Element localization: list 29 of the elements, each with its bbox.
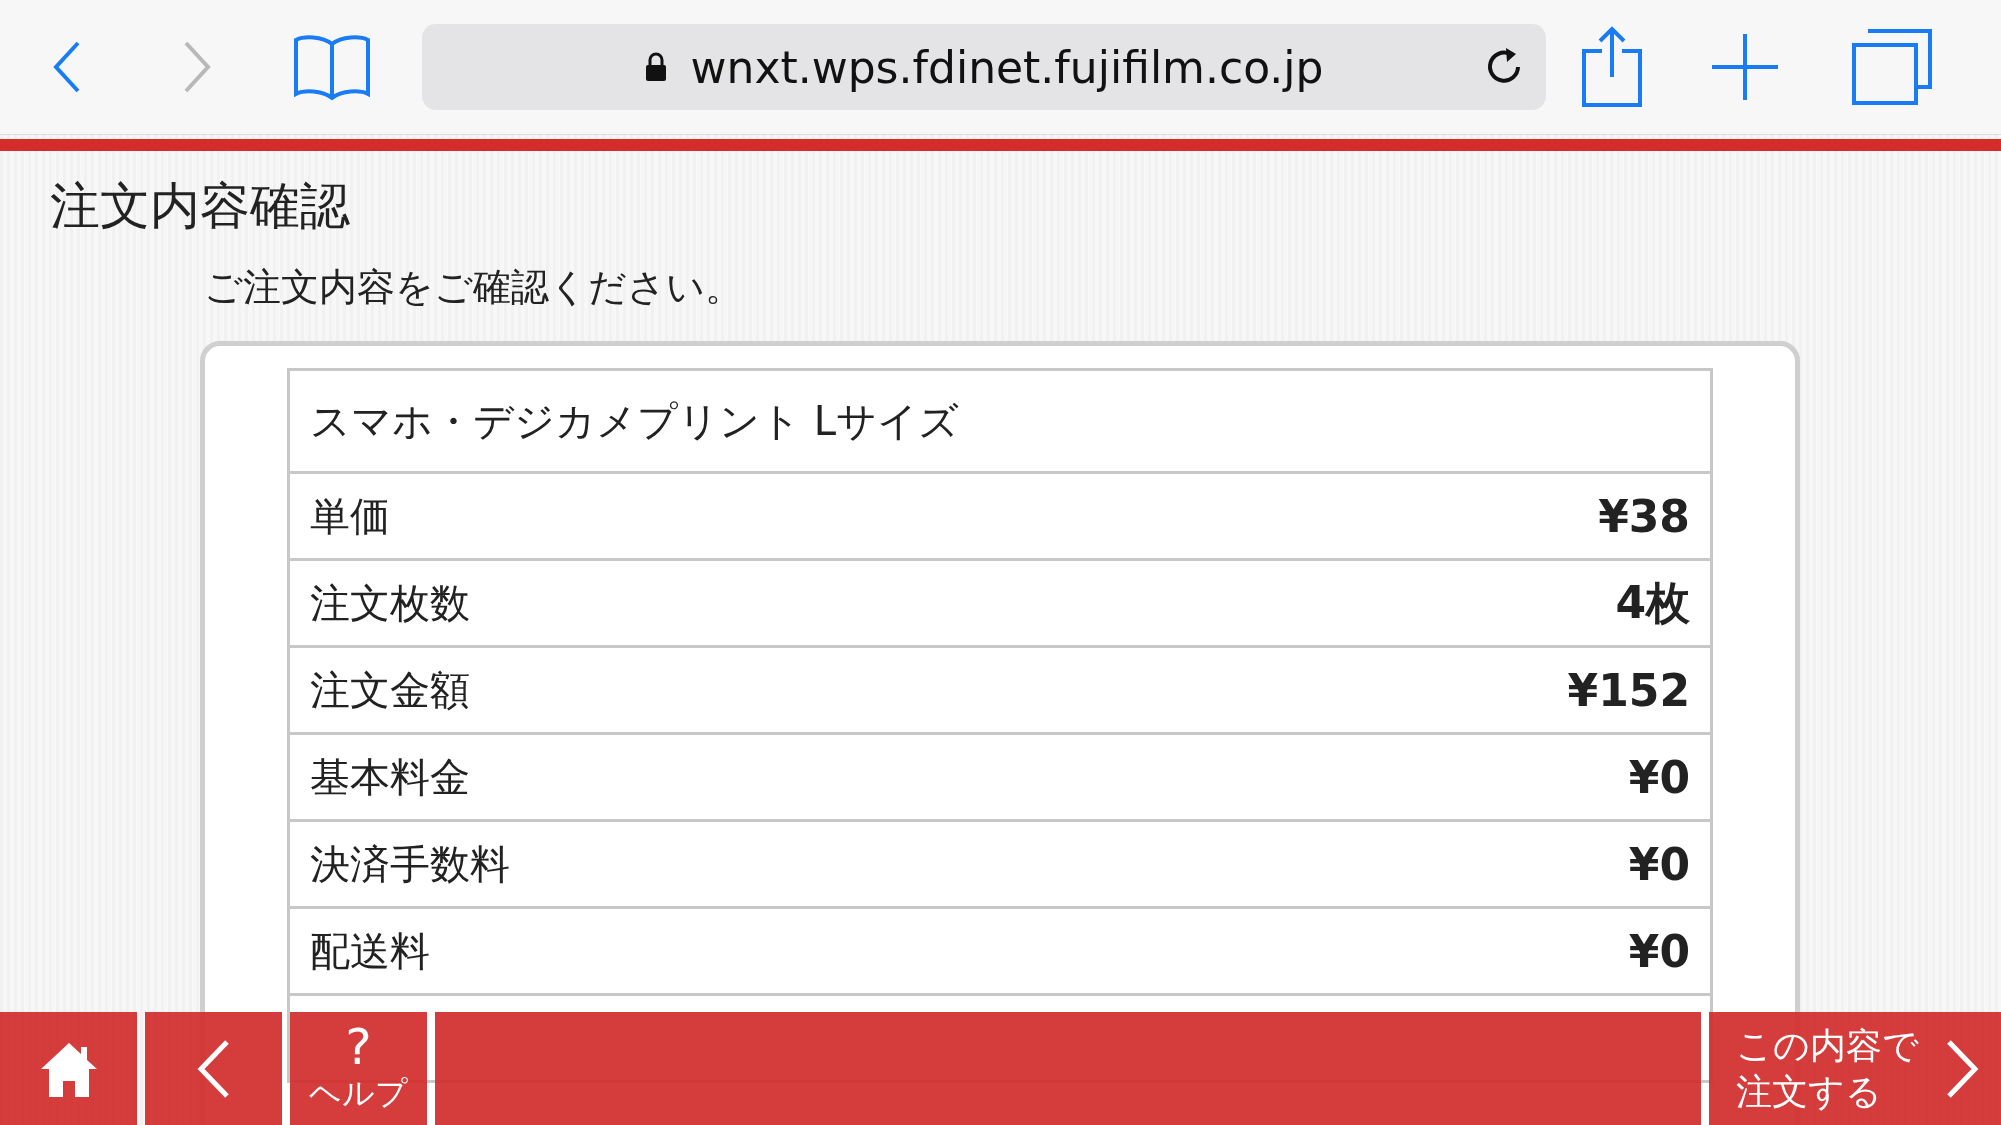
row-label: 基本料金 bbox=[310, 752, 470, 802]
tabs-icon[interactable] bbox=[1852, 29, 1932, 105]
url-text: wnxt.wps.fdinet.fujifilm.co.jp bbox=[690, 41, 1324, 93]
back-icon[interactable] bbox=[52, 39, 82, 95]
order-button[interactable]: この内容で 注文する bbox=[1709, 1012, 2001, 1125]
row-label: 注文金額 bbox=[310, 665, 470, 715]
chevron-left-icon bbox=[196, 1038, 231, 1099]
row-value: ¥152 bbox=[1567, 664, 1690, 716]
page-title: 注文内容確認 bbox=[50, 176, 351, 237]
plus-icon[interactable] bbox=[1712, 34, 1778, 100]
row-value: 4枚 bbox=[1615, 575, 1690, 630]
row-label: 注文枚数 bbox=[310, 578, 470, 628]
address-bar[interactable]: wnxt.wps.fdinet.fujifilm.co.jp bbox=[422, 24, 1546, 110]
instruction-text: ご注文内容をご確認ください。 bbox=[204, 264, 744, 311]
share-icon[interactable] bbox=[1580, 25, 1644, 109]
chevron-right-icon bbox=[1945, 1038, 1979, 1099]
row-value: ¥0 bbox=[1628, 751, 1690, 803]
product-name: スマホ・デジカメプリント Lサイズ bbox=[290, 371, 1710, 474]
lock-icon bbox=[644, 52, 667, 82]
book-icon[interactable] bbox=[292, 32, 372, 102]
row-label: 単価 bbox=[310, 491, 390, 541]
home-button[interactable] bbox=[0, 1012, 137, 1125]
row-value: ¥38 bbox=[1598, 490, 1690, 542]
row-value: ¥0 bbox=[1628, 925, 1690, 977]
back-button[interactable] bbox=[145, 1012, 282, 1125]
row-label: 決済手数料 bbox=[310, 839, 510, 889]
help-button[interactable]: ? ヘルプ bbox=[290, 1012, 427, 1125]
row-value: ¥0 bbox=[1628, 838, 1690, 890]
row-label: 配送料 bbox=[310, 926, 430, 976]
